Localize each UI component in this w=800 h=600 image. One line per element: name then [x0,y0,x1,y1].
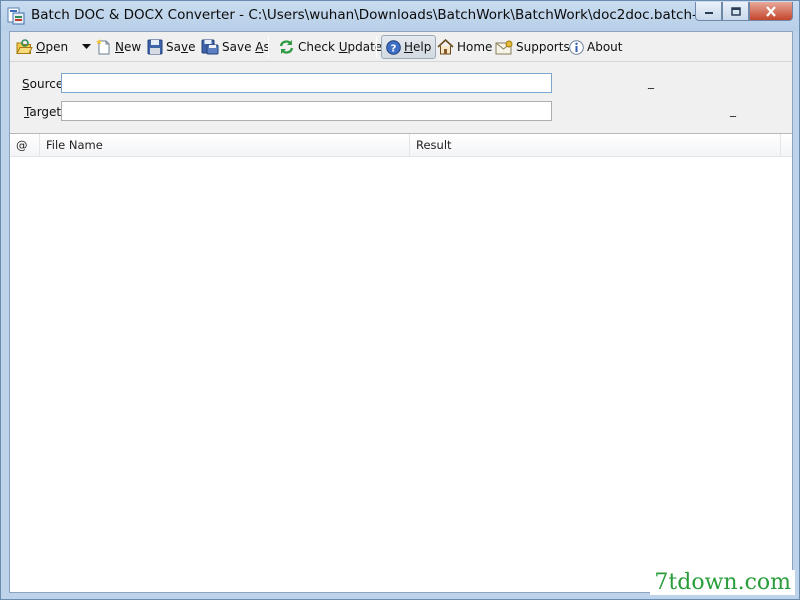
new-document-icon [96,39,110,55]
help-label: Help [404,40,432,54]
check-update-button[interactable]: Check Update [274,35,386,59]
close-button[interactable] [749,2,793,21]
toolbar: Open New Save Save As Check Update ? Hel… [10,32,792,62]
open-button[interactable]: Open [12,35,72,59]
path-form: Source _ Target _ [10,63,792,133]
window-controls [695,2,793,21]
open-folder-icon [16,39,33,54]
about-button[interactable]: About [565,35,626,59]
save-label: Save [166,40,196,54]
home-button[interactable]: Home [433,35,496,59]
toolbar-separator [268,36,269,58]
source-input[interactable] [61,73,552,93]
about-label: About [587,40,623,54]
save-button[interactable]: Save [143,35,199,59]
file-list[interactable]: @ File Name Result [10,133,792,592]
column-header-status[interactable]: @ [10,134,40,157]
supports-button[interactable]: Supports [491,35,574,59]
floppy-disk-icon [147,39,163,55]
source-label: Source [22,77,64,91]
minimize-button[interactable] [695,2,722,21]
app-window: Batch DOC & DOCX Converter - C:\Users\wu… [0,0,800,600]
client-area: Open New Save Save As Check Update ? Hel… [9,31,793,593]
window-title: Batch DOC & DOCX Converter - C:\Users\wu… [31,7,754,23]
check-update-label: Check Update [298,40,383,54]
envelope-icon [495,40,513,54]
supports-label: Supports [516,40,570,54]
list-header: @ File Name Result [10,134,792,157]
info-icon [569,39,584,55]
home-icon [437,39,454,55]
target-browse-button[interactable]: _ [730,103,736,117]
close-icon [766,5,776,17]
target-input[interactable] [61,101,552,121]
open-label: Open [36,40,69,54]
save-as-icon [201,39,219,55]
column-header-result[interactable]: Result [410,134,781,157]
help-icon: ? [386,39,401,55]
maximize-icon [730,6,741,16]
source-browse-button[interactable]: _ [648,75,654,89]
save-as-button[interactable]: Save As [197,35,274,59]
watermark: 7tdown.com [650,570,795,595]
maximize-button[interactable] [722,2,749,21]
column-header-file-name[interactable]: File Name [40,134,410,157]
new-button[interactable]: New [92,35,145,59]
minimize-icon [704,12,713,14]
target-label: Target [24,105,62,119]
new-label: New [115,40,142,54]
refresh-icon [279,40,294,54]
help-button[interactable]: ? Help [381,35,437,59]
title-bar[interactable]: Batch DOC & DOCX Converter - C:\Users\wu… [1,1,799,31]
toolbar-separator [376,36,377,58]
svg-text:?: ? [391,43,397,54]
home-label: Home [457,40,493,54]
dropdown-arrow-icon [82,44,91,49]
save-as-label: Save As [222,40,270,54]
app-icon [7,7,25,25]
